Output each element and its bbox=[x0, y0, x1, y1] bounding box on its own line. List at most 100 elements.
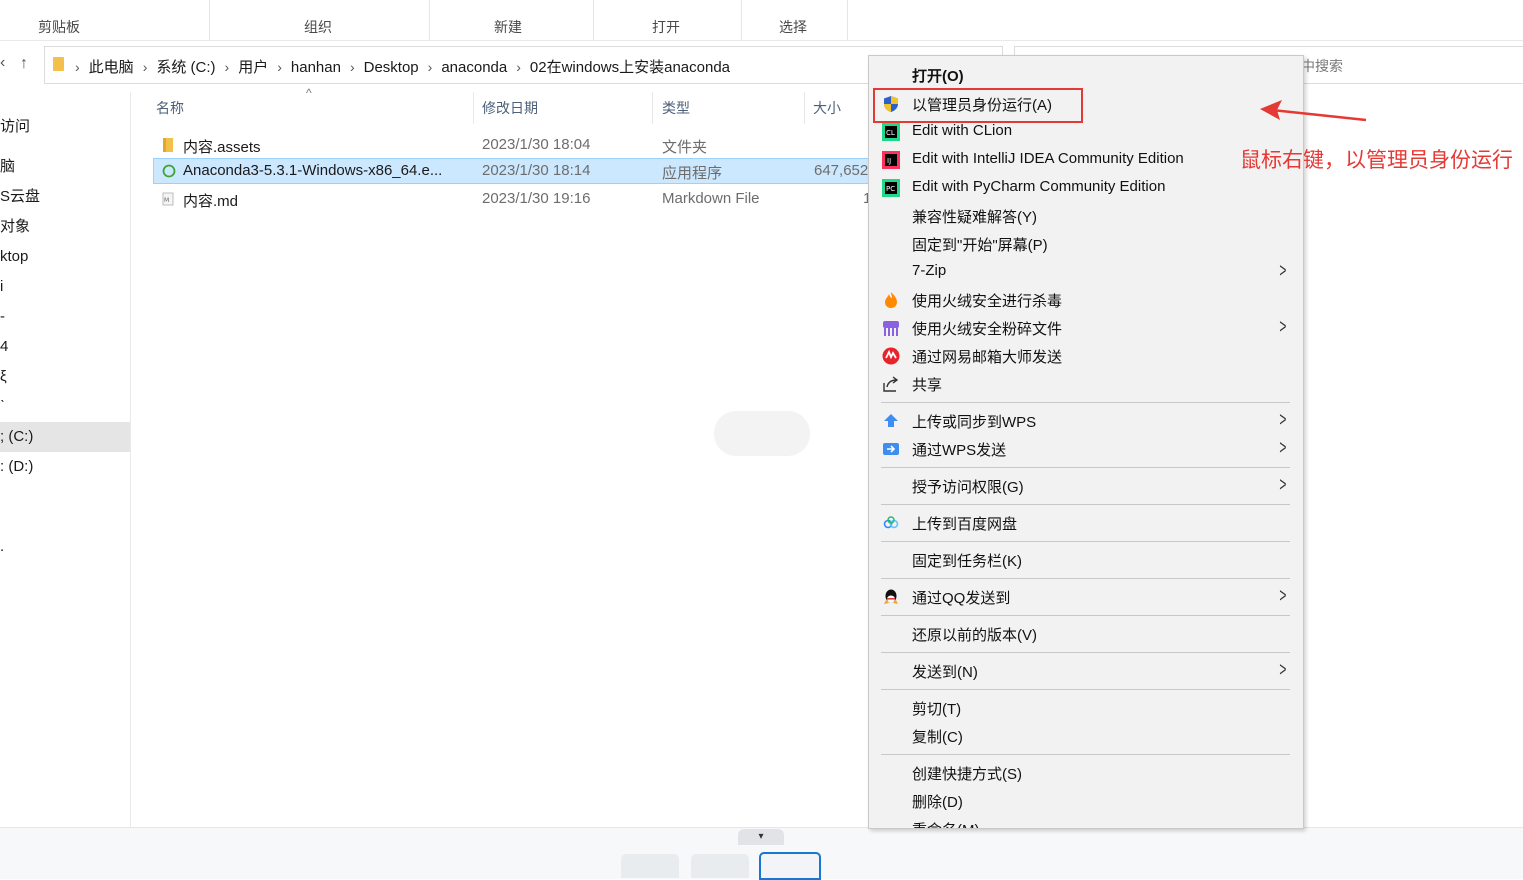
address-bar[interactable]: › 此电脑 › 系统 (C:) › 用户 › hanhan › Desktop › anaconda ›… bbox=[44, 46, 964, 84]
menu-item-label: 使用火绒安全进行杀毒 bbox=[912, 293, 1063, 310]
nav-item[interactable]: i bbox=[0, 272, 130, 302]
breadcrumb-item[interactable]: 系统 (C:) bbox=[156, 59, 215, 76]
menu-item-label: 重命名(M) bbox=[912, 819, 980, 828]
column-header-name[interactable]: 名称 bbox=[156, 98, 184, 118]
menu-item-netease-mail[interactable]: 通过网易邮箱大师发送 bbox=[869, 342, 1303, 370]
menu-separator bbox=[881, 402, 1290, 403]
menu-item-7zip[interactable]: 7-Zip > bbox=[869, 258, 1303, 286]
nav-item[interactable]: ξ bbox=[0, 362, 130, 392]
breadcrumb-item[interactable]: 此电脑 bbox=[89, 59, 134, 76]
menu-item-pin-start[interactable]: 固定到"开始"屏幕(P) bbox=[869, 230, 1303, 258]
chevron-right-icon[interactable]: › bbox=[516, 59, 521, 75]
ribbon-group-clipboard[interactable]: 剪贴板 bbox=[0, 0, 210, 40]
nav-item[interactable]: ktop bbox=[0, 242, 130, 272]
nav-item[interactable]: . bbox=[0, 532, 130, 562]
menu-item-cut[interactable]: 剪切(T) bbox=[869, 694, 1303, 722]
column-divider[interactable] bbox=[804, 92, 805, 124]
nav-item-drive-c[interactable]: ; (C:) bbox=[0, 422, 130, 452]
menu-item-huorong-shred[interactable]: 使用火绒安全粉碎文件 > bbox=[869, 314, 1303, 342]
collapse-panel-button[interactable]: ▾ bbox=[738, 829, 784, 845]
back-arrow-icon[interactable]: ‹ bbox=[0, 54, 5, 72]
column-header-modified[interactable]: 修改日期 bbox=[482, 98, 538, 118]
menu-item-send-to[interactable]: 发送到(N) > bbox=[869, 657, 1303, 685]
chevron-right-icon[interactable]: › bbox=[143, 59, 148, 75]
menu-item-label: 剪切(T) bbox=[912, 701, 962, 718]
menu-item-wps-upload[interactable]: 上传或同步到WPS > bbox=[869, 407, 1303, 435]
preview-thumbnail[interactable] bbox=[621, 854, 679, 878]
menu-item-open[interactable]: 打开(O) bbox=[869, 61, 1303, 89]
menu-item-compat-troubleshoot[interactable]: 兼容性疑难解答(Y) bbox=[869, 202, 1303, 230]
menu-item-edit-intellij[interactable]: IJ Edit with IntelliJ IDEA Community Edi… bbox=[869, 146, 1303, 174]
svg-text:PC: PC bbox=[886, 185, 895, 193]
nav-item[interactable]: - bbox=[0, 302, 130, 332]
chevron-right-icon[interactable]: › bbox=[75, 59, 80, 75]
menu-item-label: 上传到百度网盘 bbox=[912, 516, 1018, 533]
floating-indicator bbox=[714, 411, 810, 456]
file-row-selected[interactable]: Anaconda3-5.3.1-Windows-x86_64.e... 2023… bbox=[153, 158, 873, 184]
menu-item-label: 通过QQ发送到 bbox=[912, 590, 1011, 607]
nav-item[interactable]: 脑 bbox=[0, 152, 130, 182]
nav-item[interactable]: 访问 bbox=[0, 112, 130, 142]
column-divider[interactable] bbox=[473, 92, 474, 124]
breadcrumb-item[interactable]: 用户 bbox=[238, 59, 268, 76]
nav-item-drive-d[interactable]: : (D:) bbox=[0, 452, 130, 482]
breadcrumb-item[interactable]: 02在windows上安装anaconda bbox=[530, 59, 730, 76]
submenu-arrow-icon: > bbox=[1279, 437, 1287, 459]
menu-item-label: 使用火绒安全粉碎文件 bbox=[912, 321, 1063, 338]
menu-item-rename[interactable]: 重命名(M) bbox=[869, 815, 1303, 828]
netease-mail-icon bbox=[882, 347, 900, 365]
ribbon-group-open[interactable]: 打开 bbox=[593, 0, 742, 40]
chevron-right-icon[interactable]: › bbox=[225, 59, 230, 75]
file-name: 内容.md bbox=[183, 193, 239, 210]
chevron-right-icon[interactable]: › bbox=[277, 59, 282, 75]
file-row[interactable]: M 内容.md 2023/1/30 19:16 Markdown File 1 bbox=[153, 186, 873, 212]
breadcrumb-item[interactable]: anaconda bbox=[441, 59, 507, 76]
anaconda-icon bbox=[162, 164, 176, 178]
file-type: 应用程序 bbox=[662, 165, 723, 182]
chevron-right-icon[interactable]: › bbox=[350, 59, 355, 75]
menu-item-baidu-netdisk[interactable]: 上传到百度网盘 bbox=[869, 509, 1303, 537]
search-placeholder: 中搜索 bbox=[1301, 58, 1343, 74]
menu-separator bbox=[881, 754, 1290, 755]
pycharm-icon: PC bbox=[882, 179, 900, 197]
shredder-icon bbox=[883, 321, 899, 336]
menu-separator bbox=[881, 504, 1290, 505]
ribbon-group-label: 打开 bbox=[652, 19, 680, 35]
menu-item-label: 删除(D) bbox=[912, 794, 963, 811]
file-row[interactable]: 内容.assets 2023/1/30 18:04 文件夹 bbox=[153, 132, 873, 158]
menu-item-copy[interactable]: 复制(C) bbox=[869, 722, 1303, 750]
nav-item[interactable]: 对象 bbox=[0, 212, 130, 242]
ribbon-group-organize[interactable]: 组织 bbox=[209, 0, 430, 40]
submenu-arrow-icon: > bbox=[1279, 260, 1287, 282]
menu-item-create-shortcut[interactable]: 创建快捷方式(S) bbox=[869, 759, 1303, 787]
chevron-right-icon[interactable]: › bbox=[428, 59, 433, 75]
menu-item-pin-taskbar[interactable]: 固定到任务栏(K) bbox=[869, 546, 1303, 574]
submenu-arrow-icon: > bbox=[1279, 659, 1287, 681]
breadcrumb-item[interactable]: Desktop bbox=[364, 59, 419, 76]
nav-item[interactable]: ˋ bbox=[0, 392, 130, 422]
breadcrumb-item[interactable]: hanhan bbox=[291, 59, 341, 76]
preview-thumbnail-selected[interactable] bbox=[759, 852, 821, 880]
menu-item-huorong-scan[interactable]: 使用火绒安全进行杀毒 bbox=[869, 286, 1303, 314]
sort-ascending-icon: ^ bbox=[306, 86, 312, 100]
menu-item-delete[interactable]: 删除(D) bbox=[869, 787, 1303, 815]
menu-item-qq-send[interactable]: 通过QQ发送到 > bbox=[869, 583, 1303, 611]
nav-item[interactable]: 4 bbox=[0, 332, 130, 362]
menu-item-share[interactable]: 共享 bbox=[869, 370, 1303, 398]
file-name: Anaconda3-5.3.1-Windows-x86_64.e... bbox=[183, 162, 443, 179]
ribbon-group-select[interactable]: 选择 bbox=[741, 0, 848, 40]
svg-text:CL: CL bbox=[886, 129, 895, 137]
menu-item-wps-send[interactable]: 通过WPS发送 > bbox=[869, 435, 1303, 463]
column-header-size[interactable]: 大小 bbox=[813, 98, 841, 118]
menu-separator bbox=[881, 578, 1290, 579]
menu-item-edit-pycharm[interactable]: PC Edit with PyCharm Community Edition bbox=[869, 174, 1303, 202]
menu-item-grant-access[interactable]: 授予访问权限(G) > bbox=[869, 472, 1303, 500]
nav-item[interactable]: S云盘 bbox=[0, 182, 130, 212]
preview-thumbnail[interactable] bbox=[691, 854, 749, 878]
menu-item-restore-versions[interactable]: 还原以前的版本(V) bbox=[869, 620, 1303, 648]
column-divider[interactable] bbox=[652, 92, 653, 124]
up-arrow-icon[interactable]: ↑ bbox=[20, 55, 28, 73]
ribbon-group-new[interactable]: 新建 bbox=[429, 0, 594, 40]
column-header-type[interactable]: 类型 bbox=[662, 98, 690, 118]
menu-separator bbox=[881, 689, 1290, 690]
